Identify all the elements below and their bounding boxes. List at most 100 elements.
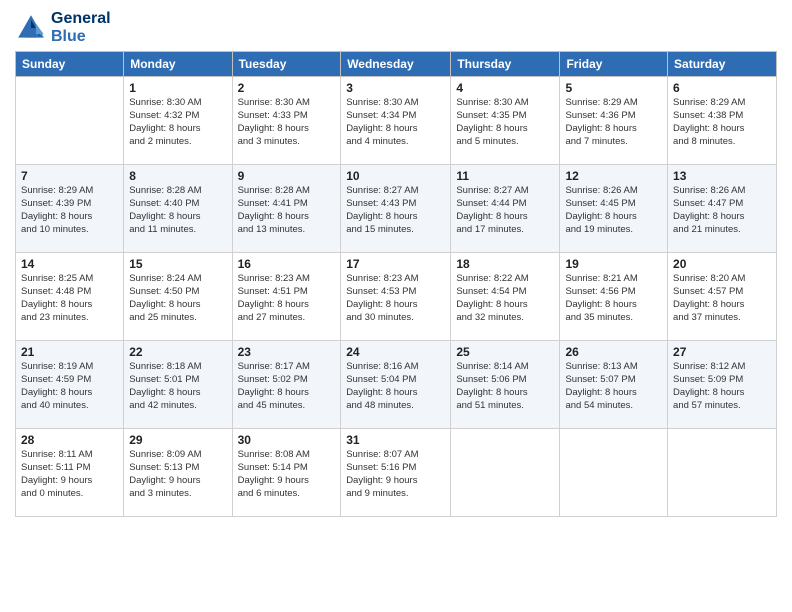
page: General Blue SundayMondayTuesdayWednesda… xyxy=(0,0,792,612)
day-cell: 23 Sunrise: 8:17 AM Sunset: 5:02 PM Dayli… xyxy=(232,341,341,429)
day-info: Sunrise: 8:26 AM Sunset: 4:47 PM Dayligh… xyxy=(673,185,771,236)
day-cell: 29Sunrise: 8:09 AM Sunset: 5:13 PM Dayli… xyxy=(124,429,232,517)
day-info: Sunrise: 8:30 AM Sunset: 4:35 PM Dayligh… xyxy=(456,97,554,148)
day-info: Sunrise: 8:17 AM Sunset: 5:02 PM Dayligh… xyxy=(238,361,336,412)
weekday-sunday: Sunday xyxy=(16,52,124,77)
day-info: Sunrise: 8:12 AM Sunset: 5:09 PM Dayligh… xyxy=(673,361,771,412)
day-cell: 3 Sunrise: 8:30 AM Sunset: 4:34 PM Daylig… xyxy=(341,77,451,165)
day-info: Sunrise: 8:29 AM Sunset: 4:38 PM Dayligh… xyxy=(673,97,771,148)
day-cell: 31Sunrise: 8:07 AM Sunset: 5:16 PM Dayli… xyxy=(341,429,451,517)
day-cell: 26 Sunrise: 8:13 AM Sunset: 5:07 PM Dayli… xyxy=(560,341,668,429)
day-info: Sunrise: 8:30 AM Sunset: 4:33 PM Dayligh… xyxy=(238,97,336,148)
logo-text: General Blue xyxy=(51,10,111,45)
day-info: Sunrise: 8:30 AM Sunset: 4:32 PM Dayligh… xyxy=(129,97,226,148)
day-number: 18 xyxy=(456,257,554,271)
week-row-5: 28 Sunrise: 8:11 AM Sunset: 5:11 PM Dayli… xyxy=(16,429,777,517)
day-cell: 21 Sunrise: 8:19 AM Sunset: 4:59 PM Dayli… xyxy=(16,341,124,429)
header: General Blue xyxy=(15,10,777,45)
day-info: Sunrise: 8:28 AM Sunset: 4:40 PM Dayligh… xyxy=(129,185,226,236)
day-info: Sunrise: 8:14 AM Sunset: 5:06 PM Dayligh… xyxy=(456,361,554,412)
day-cell: 6 Sunrise: 8:29 AM Sunset: 4:38 PM Daylig… xyxy=(668,77,777,165)
day-cell: 27 Sunrise: 8:12 AM Sunset: 5:09 PM Dayli… xyxy=(668,341,777,429)
day-number: 2 xyxy=(238,81,336,95)
day-info: Sunrise: 8:30 AM Sunset: 4:34 PM Dayligh… xyxy=(346,97,445,148)
day-number: 11 xyxy=(456,169,554,183)
weekday-tuesday: Tuesday xyxy=(232,52,341,77)
day-info: Sunrise: 8:25 AM Sunset: 4:48 PM Dayligh… xyxy=(21,273,118,324)
day-info: Sunrise: 8:13 AM Sunset: 5:07 PM Dayligh… xyxy=(565,361,662,412)
day-number: 30 xyxy=(238,433,336,447)
week-row-2: 7Sunrise: 8:29 AM Sunset: 4:39 PM Daylig… xyxy=(16,165,777,253)
day-cell: 15 Sunrise: 8:24 AM Sunset: 4:50 PM Dayli… xyxy=(124,253,232,341)
day-number: 1 xyxy=(129,81,226,95)
day-number: 20 xyxy=(673,257,771,271)
day-number: 9 xyxy=(238,169,336,183)
day-cell: 22Sunrise: 8:18 AM Sunset: 5:01 PM Dayli… xyxy=(124,341,232,429)
day-number: 12 xyxy=(565,169,662,183)
calendar-table: SundayMondayTuesdayWednesdayThursdayFrid… xyxy=(15,51,777,517)
day-number: 28 xyxy=(21,433,118,447)
day-cell: 24Sunrise: 8:16 AM Sunset: 5:04 PM Dayli… xyxy=(341,341,451,429)
day-number: 19 xyxy=(565,257,662,271)
day-info: Sunrise: 8:19 AM Sunset: 4:59 PM Dayligh… xyxy=(21,361,118,412)
day-cell: 11 Sunrise: 8:27 AM Sunset: 4:44 PM Dayli… xyxy=(451,165,560,253)
weekday-monday: Monday xyxy=(124,52,232,77)
day-cell xyxy=(560,429,668,517)
day-number: 16 xyxy=(238,257,336,271)
day-number: 3 xyxy=(346,81,445,95)
day-cell: 10Sunrise: 8:27 AM Sunset: 4:43 PM Dayli… xyxy=(341,165,451,253)
day-info: Sunrise: 8:22 AM Sunset: 4:54 PM Dayligh… xyxy=(456,273,554,324)
weekday-saturday: Saturday xyxy=(668,52,777,77)
day-info: Sunrise: 8:24 AM Sunset: 4:50 PM Dayligh… xyxy=(129,273,226,324)
day-cell: 5 Sunrise: 8:29 AM Sunset: 4:36 PM Daylig… xyxy=(560,77,668,165)
weekday-wednesday: Wednesday xyxy=(341,52,451,77)
day-info: Sunrise: 8:23 AM Sunset: 4:51 PM Dayligh… xyxy=(238,273,336,324)
day-cell: 4Sunrise: 8:30 AM Sunset: 4:35 PM Daylig… xyxy=(451,77,560,165)
day-info: Sunrise: 8:27 AM Sunset: 4:43 PM Dayligh… xyxy=(346,185,445,236)
day-cell: 12 Sunrise: 8:26 AM Sunset: 4:45 PM Dayli… xyxy=(560,165,668,253)
day-cell: 30Sunrise: 8:08 AM Sunset: 5:14 PM Dayli… xyxy=(232,429,341,517)
weekday-header-row: SundayMondayTuesdayWednesdayThursdayFrid… xyxy=(16,52,777,77)
weekday-friday: Friday xyxy=(560,52,668,77)
day-number: 24 xyxy=(346,345,445,359)
day-number: 15 xyxy=(129,257,226,271)
day-info: Sunrise: 8:20 AM Sunset: 4:57 PM Dayligh… xyxy=(673,273,771,324)
day-cell: 28 Sunrise: 8:11 AM Sunset: 5:11 PM Dayli… xyxy=(16,429,124,517)
day-number: 29 xyxy=(129,433,226,447)
day-cell: 16 Sunrise: 8:23 AM Sunset: 4:51 PM Dayli… xyxy=(232,253,341,341)
day-number: 5 xyxy=(565,81,662,95)
day-number: 13 xyxy=(673,169,771,183)
day-cell xyxy=(451,429,560,517)
day-cell: 1 Sunrise: 8:30 AM Sunset: 4:32 PM Daylig… xyxy=(124,77,232,165)
day-info: Sunrise: 8:21 AM Sunset: 4:56 PM Dayligh… xyxy=(565,273,662,324)
day-cell: 13 Sunrise: 8:26 AM Sunset: 4:47 PM Dayli… xyxy=(668,165,777,253)
day-number: 21 xyxy=(21,345,118,359)
day-info: Sunrise: 8:27 AM Sunset: 4:44 PM Dayligh… xyxy=(456,185,554,236)
day-number: 31 xyxy=(346,433,445,447)
day-number: 7 xyxy=(21,169,118,183)
day-number: 22 xyxy=(129,345,226,359)
day-number: 17 xyxy=(346,257,445,271)
day-cell: 14 Sunrise: 8:25 AM Sunset: 4:48 PM Dayli… xyxy=(16,253,124,341)
day-number: 8 xyxy=(129,169,226,183)
day-cell: 19 Sunrise: 8:21 AM Sunset: 4:56 PM Dayli… xyxy=(560,253,668,341)
week-row-4: 21 Sunrise: 8:19 AM Sunset: 4:59 PM Dayli… xyxy=(16,341,777,429)
day-info: Sunrise: 8:29 AM Sunset: 4:36 PM Dayligh… xyxy=(565,97,662,148)
day-number: 25 xyxy=(456,345,554,359)
day-cell: 17Sunrise: 8:23 AM Sunset: 4:53 PM Dayli… xyxy=(341,253,451,341)
week-row-3: 14 Sunrise: 8:25 AM Sunset: 4:48 PM Dayli… xyxy=(16,253,777,341)
day-info: Sunrise: 8:26 AM Sunset: 4:45 PM Dayligh… xyxy=(565,185,662,236)
day-cell: 18 Sunrise: 8:22 AM Sunset: 4:54 PM Dayli… xyxy=(451,253,560,341)
day-cell xyxy=(16,77,124,165)
day-number: 6 xyxy=(673,81,771,95)
day-cell: 8 Sunrise: 8:28 AM Sunset: 4:40 PM Daylig… xyxy=(124,165,232,253)
day-number: 26 xyxy=(565,345,662,359)
day-cell: 2 Sunrise: 8:30 AM Sunset: 4:33 PM Daylig… xyxy=(232,77,341,165)
weekday-thursday: Thursday xyxy=(451,52,560,77)
day-number: 14 xyxy=(21,257,118,271)
day-cell: 25 Sunrise: 8:14 AM Sunset: 5:06 PM Dayli… xyxy=(451,341,560,429)
day-info: Sunrise: 8:11 AM Sunset: 5:11 PM Dayligh… xyxy=(21,449,118,500)
day-number: 23 xyxy=(238,345,336,359)
day-number: 27 xyxy=(673,345,771,359)
logo: General Blue xyxy=(15,10,111,45)
